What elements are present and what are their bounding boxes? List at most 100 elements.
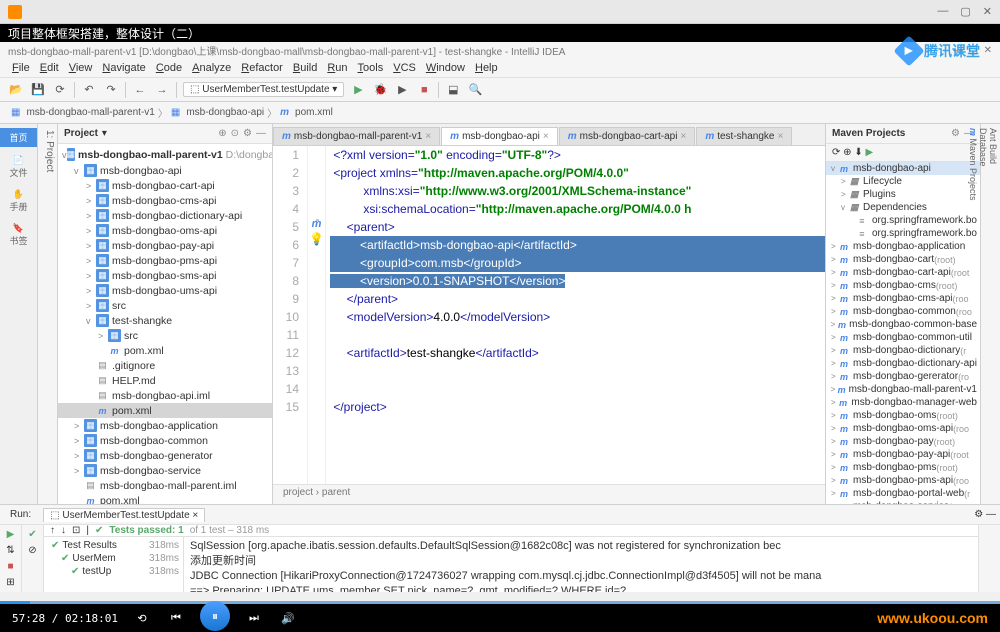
maximize-icon[interactable]: ▢ <box>960 5 970 18</box>
tree-node[interactable]: ▤msb-dongbao-api.iml <box>58 388 272 403</box>
tree-node[interactable]: v▦test-shangke <box>58 313 272 328</box>
tree-node[interactable]: >▦msb-dongbao-cart-api <box>58 178 272 193</box>
tree-node[interactable]: mpom.xml <box>58 403 272 418</box>
maven-node[interactable]: >mmsb-dongbao-common-base <box>826 318 980 331</box>
tree-node[interactable]: ▤msb-dongbao-mall-parent.iml <box>58 478 272 493</box>
maven-node[interactable]: >mmsb-dongbao-pms-api (roo <box>826 474 980 487</box>
play-pause-icon[interactable]: ⏸ <box>200 601 230 631</box>
console-output[interactable]: SqlSession [org.apache.ibatis.session.de… <box>184 537 978 592</box>
prev-track-icon[interactable]: ⏮ <box>166 612 186 625</box>
gear-icon[interactable]: ⚙ <box>243 128 252 139</box>
stop-icon[interactable]: ■ <box>416 82 432 98</box>
editor-tab[interactable]: mmsb-dongbao-mall-parent-v1 × <box>273 127 440 145</box>
editor-tab[interactable]: mmsb-dongbao-cart-api × <box>559 127 696 145</box>
gear-icon[interactable]: ⚙ <box>951 128 960 139</box>
tree-node[interactable]: mpom.xml <box>58 493 272 504</box>
menu-code[interactable]: Code <box>152 62 186 74</box>
expand-icon[interactable]: ⊡ <box>72 525 80 536</box>
back-icon[interactable]: ← <box>132 82 148 98</box>
fail-filter-icon[interactable]: ⊘ <box>26 543 40 557</box>
rail-file[interactable]: 📄文件 <box>7 153 29 181</box>
tree-node[interactable]: >▦src <box>58 298 272 313</box>
breadcrumb-item[interactable]: pom.xml <box>292 107 336 118</box>
tree-node[interactable]: v▦msb-dongbao-api <box>58 163 272 178</box>
maven-node[interactable]: ≡org.springframework.bo <box>826 227 980 240</box>
panel-gear-icon[interactable]: ⚙ — <box>974 509 996 520</box>
redo-icon[interactable]: ↷ <box>103 82 119 98</box>
maven-run-icon[interactable]: ▶ <box>866 147 874 158</box>
menu-vcs[interactable]: VCS <box>389 62 420 74</box>
menu-run[interactable]: Run <box>323 62 351 74</box>
coverage-icon[interactable]: ▶ <box>394 82 410 98</box>
debug-icon[interactable]: 🐞 <box>372 82 388 98</box>
minimize-icon[interactable]: — <box>937 5 948 18</box>
tree-node[interactable]: >▦msb-dongbao-service <box>58 463 272 478</box>
maven-node[interactable]: >mmsb-dongbao-oms-api (roo <box>826 422 980 435</box>
maven-node[interactable]: >mmsb-dongbao-mall-parent-v1 <box>826 383 980 396</box>
rail-home[interactable]: 首页 <box>0 128 37 147</box>
maven-node[interactable]: >mmsb-dongbao-service (root <box>826 500 980 504</box>
test-tree-node[interactable]: ✔Test Results318ms <box>46 539 181 552</box>
next-track-icon[interactable]: ⏭ <box>244 612 264 625</box>
run-icon[interactable]: ▶ <box>350 82 366 98</box>
rerun-icon[interactable]: ▶ <box>4 527 18 541</box>
volume-icon[interactable]: 🔊 <box>278 612 298 625</box>
tree-root[interactable]: v▦ msb-dongbao-mall-parent-v1 D:\dongbao… <box>58 146 272 163</box>
tree-node[interactable]: >▦msb-dongbao-pay-api <box>58 238 272 253</box>
open-icon[interactable]: 📂 <box>8 82 24 98</box>
tree-node[interactable]: >▦msb-dongbao-cms-api <box>58 193 272 208</box>
breadcrumb-item[interactable]: msb-dongbao-api <box>183 107 267 118</box>
tree-node[interactable]: >▦msb-dongbao-pms-api <box>58 253 272 268</box>
refresh-icon[interactable]: ⟳ <box>52 82 68 98</box>
code-area[interactable]: <?xml version="1.0" encoding="UTF-8"?> <… <box>326 146 825 484</box>
menu-window[interactable]: Window <box>422 62 469 74</box>
menu-view[interactable]: View <box>65 62 97 74</box>
maven-node[interactable]: >mmsb-dongbao-manager-web <box>826 396 980 409</box>
tree-node[interactable]: ▤.gitignore <box>58 358 272 373</box>
tree-node[interactable]: >▦src <box>58 328 272 343</box>
toggle-icon[interactable]: ⇅ <box>4 543 18 557</box>
maven-generate-icon[interactable]: ⊕ <box>843 147 851 158</box>
rewind-icon[interactable]: ⟲ <box>132 612 152 625</box>
menu-build[interactable]: Build <box>289 62 321 74</box>
test-tree-node[interactable]: ✔UserMem318ms <box>46 552 181 565</box>
tree-node[interactable]: >▦msb-dongbao-ums-api <box>58 283 272 298</box>
maven-node[interactable]: >mmsb-dongbao-cart (root) <box>826 253 980 266</box>
maven-node[interactable]: >mmsb-dongbao-common (roo <box>826 305 980 318</box>
database-button[interactable]: Database <box>978 128 988 500</box>
layout-icon[interactable]: ⊞ <box>4 575 18 589</box>
breadcrumb-item[interactable]: msb-dongbao-mall-parent-v1 <box>23 107 157 118</box>
maven-node[interactable]: >mmsb-dongbao-gererator (ro <box>826 370 980 383</box>
menu-tools[interactable]: Tools <box>354 62 388 74</box>
collapse-icon[interactable]: ⊕ <box>218 128 226 139</box>
ant-build-button[interactable]: Ant Build <box>988 128 998 500</box>
run-tab-test[interactable]: ⬚ UserMemberTest.testUpdate × <box>43 508 205 522</box>
undo-icon[interactable]: ↶ <box>81 82 97 98</box>
rail-manual[interactable]: ✋手册 <box>7 187 29 215</box>
maven-node[interactable]: >mmsb-dongbao-pms (root) <box>826 461 980 474</box>
save-icon[interactable]: 💾 <box>30 82 46 98</box>
maven-node[interactable]: >▦Plugins <box>826 188 980 201</box>
menu-refactor[interactable]: Refactor <box>237 62 287 74</box>
tree-node[interactable]: mpom.xml <box>58 343 272 358</box>
maven-node[interactable]: >mmsb-dongbao-cms (root) <box>826 279 980 292</box>
close-icon[interactable]: ✕ <box>983 5 992 18</box>
maven-node[interactable]: >mmsb-dongbao-common-util <box>826 331 980 344</box>
maven-node[interactable]: vmmsb-dongbao-api <box>826 162 980 175</box>
hide-icon[interactable]: — <box>256 128 266 139</box>
prev-icon[interactable]: ↑ <box>50 525 55 536</box>
editor-tab[interactable]: mtest-shangke × <box>696 127 792 145</box>
menu-edit[interactable]: Edit <box>36 62 63 74</box>
stop-icon[interactable]: ■ <box>4 559 18 573</box>
maven-reimport-icon[interactable]: ⟳ <box>832 147 840 158</box>
maven-node[interactable]: >mmsb-dongbao-dictionary (r <box>826 344 980 357</box>
maven-node[interactable]: >mmsb-dongbao-pay-api (root <box>826 448 980 461</box>
editor-tab[interactable]: mmsb-dongbao-api × <box>441 127 558 145</box>
tree-node[interactable]: >▦msb-dongbao-oms-api <box>58 223 272 238</box>
maven-node[interactable]: >mmsb-dongbao-application <box>826 240 980 253</box>
maven-node[interactable]: >mmsb-dongbao-cart-api (root <box>826 266 980 279</box>
maven-node[interactable]: >mmsb-dongbao-dictionary-api <box>826 357 980 370</box>
rail-bookmark[interactable]: 🔖书签 <box>7 221 29 249</box>
menu-file[interactable]: File <box>8 62 34 74</box>
tree-node[interactable]: >▦msb-dongbao-application <box>58 418 272 433</box>
